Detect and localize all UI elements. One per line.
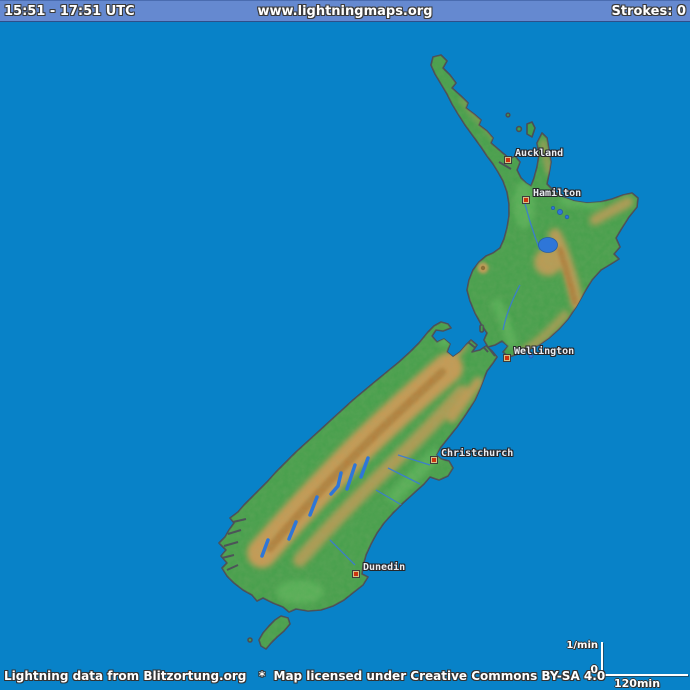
legend-time-axis-label: 120min bbox=[614, 677, 660, 690]
lake-rotorua bbox=[557, 209, 562, 214]
top-status-bar: 15:51 - 17:51 UTC www.lightningmaps.org … bbox=[0, 0, 690, 22]
time-range-label: 15:51 - 17:51 UTC bbox=[4, 2, 135, 21]
lightning-map-app: 15:51 - 17:51 UTC www.lightningmaps.org … bbox=[0, 0, 690, 690]
city-marker-icon bbox=[352, 570, 360, 578]
little-barrier-island bbox=[517, 127, 522, 132]
lake-taupo bbox=[539, 238, 558, 253]
city-marker-icon bbox=[504, 156, 512, 164]
site-title: www.lightningmaps.org bbox=[257, 2, 432, 21]
lightning-map[interactable] bbox=[0, 0, 690, 690]
legend-rate-max-label: 1/min bbox=[566, 640, 598, 651]
foveaux-island bbox=[248, 638, 252, 642]
city-label: Dunedin bbox=[363, 562, 405, 573]
strokes-counter: Strokes: 0 bbox=[611, 2, 686, 21]
city-label: Auckland bbox=[515, 148, 563, 159]
offshore-island bbox=[506, 113, 510, 117]
legend-x-axis bbox=[601, 674, 688, 676]
city-label: Christchurch bbox=[441, 448, 513, 459]
rotorua-lake-small-2 bbox=[551, 206, 554, 209]
city-marker-icon bbox=[430, 456, 438, 464]
attribution-text: Lightning data from Blitzortung.org * Ma… bbox=[4, 669, 605, 683]
city-label: Wellington bbox=[514, 346, 574, 357]
rotorua-lake-small bbox=[565, 215, 569, 219]
city-label: Hamilton bbox=[533, 188, 581, 199]
city-marker-icon bbox=[503, 354, 511, 362]
city-marker-icon bbox=[522, 196, 530, 204]
